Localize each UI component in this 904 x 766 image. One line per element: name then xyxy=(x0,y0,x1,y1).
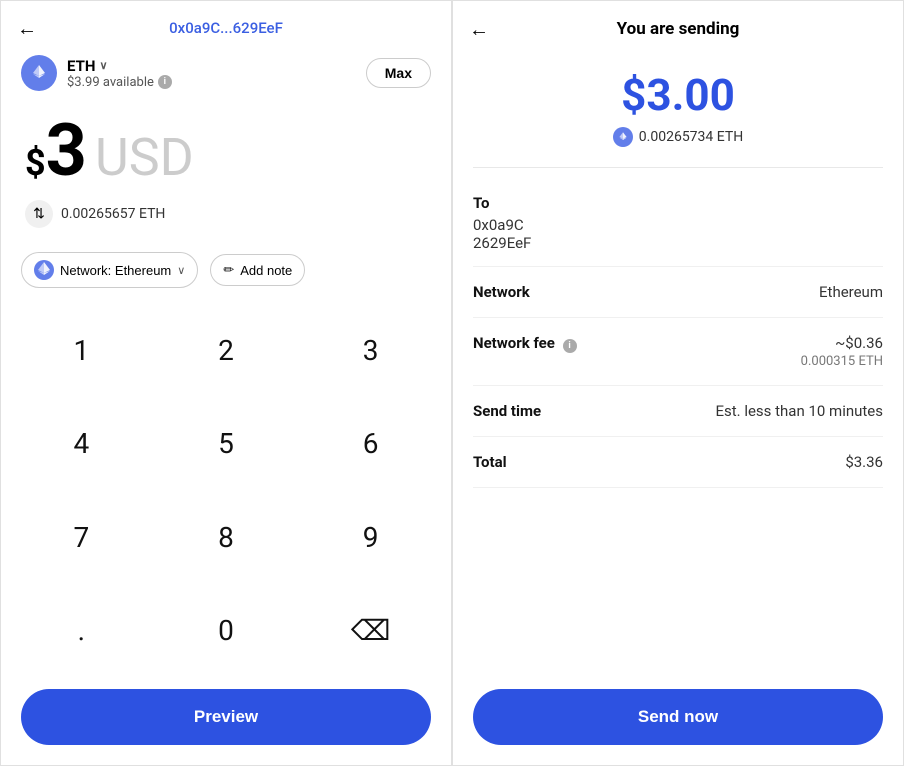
network-detail-value: Ethereum xyxy=(819,283,883,301)
address-link[interactable]: 0x0a9C...629EeF xyxy=(169,19,283,37)
token-symbol: ETH xyxy=(67,57,95,75)
network-detail-label: Network xyxy=(473,283,530,301)
numpad-key-4[interactable]: 4 xyxy=(9,397,154,490)
amount-display: $ 3 USD xyxy=(1,99,451,192)
numpad-key-8[interactable]: 8 xyxy=(154,491,299,584)
send-time-row: Send time Est. less than 10 minutes xyxy=(473,386,883,437)
panel2-title: You are sending xyxy=(617,19,740,39)
token-row: ETH ∨ $3.99 available i Max xyxy=(1,47,451,99)
numpad: 123 456 789.0⌫ xyxy=(1,304,451,677)
numpad-key-9[interactable]: 9 xyxy=(298,491,443,584)
add-note-label: Add note xyxy=(240,263,292,278)
total-row: Total $3.36 xyxy=(473,437,883,488)
eth-logo-icon xyxy=(21,55,57,91)
network-label: Network: Ethereum xyxy=(60,263,171,278)
sending-usd-amount: $3.00 xyxy=(473,69,883,121)
back-button-panel2[interactable]: ← xyxy=(469,17,489,42)
network-chevron-icon: ∨ xyxy=(177,264,185,277)
fee-usd-value: ~$0.36 xyxy=(801,334,883,352)
eth-equivalent-value: 0.00265657 ETH xyxy=(61,206,165,222)
detail-rows: To 0x0a9C 2629EeF Network Ethereum Netwo… xyxy=(453,180,903,677)
amount-currency: USD xyxy=(95,127,194,188)
numpad-key-1[interactable]: 1 xyxy=(9,304,154,397)
preview-button[interactable]: Preview xyxy=(21,689,431,745)
balance-info-icon[interactable]: i xyxy=(158,75,172,89)
numpad-key-2[interactable]: 2 xyxy=(154,304,299,397)
swap-currency-button[interactable]: ⇅ xyxy=(25,200,53,228)
token-info: ETH ∨ $3.99 available i xyxy=(21,55,172,91)
numpad-key-0[interactable]: 0 xyxy=(154,584,299,677)
send-time-label: Send time xyxy=(473,402,541,420)
numpad-key-6[interactable]: 6 xyxy=(298,397,443,490)
send-now-button[interactable]: Send now xyxy=(473,689,883,745)
network-select-button[interactable]: Network: Ethereum ∨ xyxy=(21,252,198,288)
dollar-sign: $ xyxy=(25,142,46,184)
network-row: Network Ethereum xyxy=(473,267,883,318)
amount-number: 3 xyxy=(46,115,87,187)
numpad-key-7[interactable]: 7 xyxy=(9,491,154,584)
token-balance: $3.99 available i xyxy=(67,75,172,90)
eth-equivalent-row: ⇅ 0.00265657 ETH xyxy=(1,192,451,244)
fee-label: Network fee i xyxy=(473,334,577,353)
sending-eth-amount: 0.00265734 ETH xyxy=(473,127,883,147)
add-note-button[interactable]: ✏ Add note xyxy=(210,254,305,286)
max-button[interactable]: Max xyxy=(366,58,431,88)
fee-values: ~$0.36 0.000315 ETH xyxy=(801,334,883,369)
pencil-icon: ✏ xyxy=(223,262,234,278)
panel1-header: ← 0x0a9C...629EeF xyxy=(1,1,451,47)
divider-top xyxy=(473,167,883,168)
to-label: To xyxy=(473,194,883,212)
total-label: Total xyxy=(473,453,507,471)
action-row: Network: Ethereum ∨ ✏ Add note xyxy=(1,244,451,304)
token-text: ETH ∨ $3.99 available i xyxy=(67,57,172,90)
back-button-panel1[interactable]: ← xyxy=(17,16,37,41)
panel2-header: ← You are sending xyxy=(453,1,903,49)
eth-icon-confirmation xyxy=(613,127,633,147)
to-address-line2: 2629EeF xyxy=(473,234,883,252)
token-dropdown-chevron[interactable]: ∨ xyxy=(99,59,107,72)
to-address-line1: 0x0a9C xyxy=(473,216,883,234)
to-row: To 0x0a9C 2629EeF xyxy=(473,180,883,267)
numpad-key-backspace[interactable]: ⌫ xyxy=(298,584,443,677)
fee-eth-value: 0.000315 ETH xyxy=(801,354,883,369)
total-value: $3.36 xyxy=(845,453,883,471)
numpad-key-5[interactable]: 5 xyxy=(154,397,299,490)
sending-amount-section: $3.00 0.00265734 ETH xyxy=(453,49,903,155)
token-name-row[interactable]: ETH ∨ xyxy=(67,57,172,75)
send-time-value: Est. less than 10 minutes xyxy=(715,402,883,420)
numpad-key-dot[interactable]: . xyxy=(9,584,154,677)
fee-info-icon[interactable]: i xyxy=(563,339,577,353)
confirmation-panel: ← You are sending $3.00 0.00265734 ETH xyxy=(452,0,904,766)
network-eth-icon xyxy=(34,260,54,280)
numpad-key-3[interactable]: 3 xyxy=(298,304,443,397)
send-amount-panel: ← 0x0a9C...629EeF ETH ∨ xyxy=(0,0,452,766)
fee-row: Network fee i ~$0.36 0.000315 ETH xyxy=(473,318,883,386)
